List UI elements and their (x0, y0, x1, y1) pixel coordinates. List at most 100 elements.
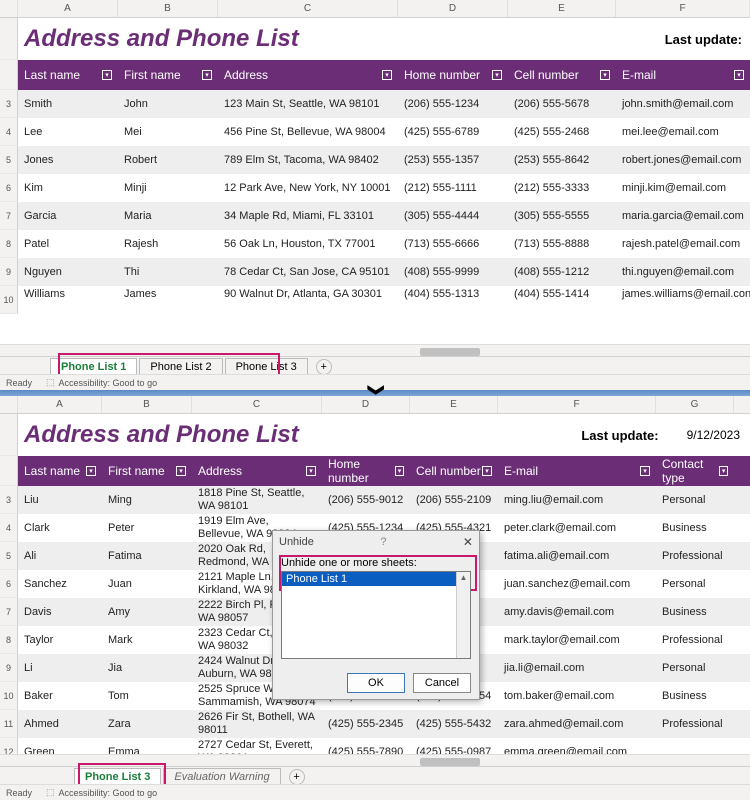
cell-ct: Professional (656, 550, 734, 563)
filter-dropdown-icon[interactable]: ▾ (202, 70, 212, 80)
row-header[interactable]: 7 (0, 598, 18, 626)
table-row[interactable]: JonesRobert789 Elm St, Tacoma, WA 98402(… (18, 146, 750, 174)
cell-ln: Garcia (18, 210, 118, 223)
filter-dropdown-icon[interactable]: ▾ (492, 70, 502, 80)
row-header[interactable]: 3 (0, 486, 18, 514)
filter-dropdown-icon[interactable]: ▾ (640, 466, 650, 476)
header-last-name[interactable]: Last name▾ (18, 456, 102, 486)
new-sheet-button[interactable]: + (316, 359, 332, 375)
unhide-list-item[interactable]: Phone List 1 (282, 572, 470, 586)
table-row[interactable]: GarciaMaria34 Maple Rd, Miami, FL 33101(… (18, 202, 750, 230)
col-D[interactable]: D (398, 0, 508, 17)
row-header[interactable]: 5 (0, 146, 18, 174)
header-home-number[interactable]: Home number▾ (322, 456, 410, 486)
filter-dropdown-icon[interactable]: ▾ (176, 466, 186, 476)
row-header[interactable]: 8 (0, 626, 18, 654)
sheet-tab-evaluation-warning[interactable]: Evaluation Warning (163, 768, 280, 786)
table-row[interactable]: PatelRajesh56 Oak Ln, Houston, TX 77001(… (18, 230, 750, 258)
sheet-tab-phone-list-1[interactable]: Phone List 1 (50, 358, 137, 376)
col-E[interactable]: E (508, 0, 616, 17)
header-address[interactable]: Address▾ (192, 456, 322, 486)
cell-em: thi.nguyen@email.com (616, 266, 750, 279)
sheet-tab-phone-list-3[interactable]: Phone List 3 (74, 768, 161, 786)
filter-dropdown-icon[interactable]: ▾ (734, 70, 744, 80)
cell-em: amy.davis@email.com (498, 606, 656, 619)
filter-dropdown-icon[interactable]: ▾ (306, 466, 316, 476)
header-cell-number[interactable]: Cell number▾ (410, 456, 498, 486)
cell-ln: Baker (18, 690, 102, 703)
row-header[interactable]: 7 (0, 202, 18, 230)
cell-home: (713) 555-6666 (398, 238, 508, 251)
cell-home: (404) 555-1313 (398, 288, 508, 301)
filter-dropdown-icon[interactable]: ▾ (482, 466, 492, 476)
cell-em: ming.liu@email.com (498, 494, 656, 507)
header-cell-number[interactable]: Cell number▾ (508, 60, 616, 90)
help-icon[interactable]: ? (380, 536, 386, 548)
last-update-value: 9/12/2023 (687, 428, 750, 442)
filter-dropdown-icon[interactable]: ▾ (600, 70, 610, 80)
sheet-tab-phone-list-3[interactable]: Phone List 3 (225, 358, 308, 376)
filter-dropdown-icon[interactable]: ▾ (382, 70, 392, 80)
header-contact-type[interactable]: Contact type▾ (656, 456, 734, 486)
unhide-list[interactable]: Phone List 1 ▲ (281, 571, 471, 659)
row-header[interactable]: 3 (0, 90, 18, 118)
filter-dropdown-icon[interactable]: ▾ (102, 70, 112, 80)
header-e-mail[interactable]: E-mail▾ (498, 456, 656, 486)
table-row[interactable]: LiuMing1818 Pine St, Seattle, WA 98101(2… (18, 486, 750, 514)
table-row[interactable]: KimMinji12 Park Ave, New York, NY 10001(… (18, 174, 750, 202)
dialog-titlebar[interactable]: Unhide ? ✕ (273, 531, 479, 553)
row-header[interactable]: 9 (0, 258, 18, 286)
cancel-button[interactable]: Cancel (413, 673, 471, 693)
list-scrollbar[interactable]: ▲ (456, 572, 470, 658)
cell-addr: 34 Maple Rd, Miami, FL 33101 (218, 208, 398, 225)
header-first-name[interactable]: First name▾ (102, 456, 192, 486)
header-address[interactable]: Address▾ (218, 60, 398, 90)
row-header[interactable]: 4 (0, 118, 18, 146)
col-C[interactable]: C (218, 0, 398, 17)
table-row[interactable]: SmithJohn123 Main St, Seattle, WA 98101(… (18, 90, 750, 118)
table-row[interactable]: NguyenThi78 Cedar Ct, San Jose, CA 95101… (18, 258, 750, 286)
row-header[interactable]: 6 (0, 174, 18, 202)
cell-em: james.williams@email.con (616, 288, 750, 301)
col-D[interactable]: D (322, 396, 410, 413)
cell-addr: 1818 Pine St, Seattle, WA 98101 (192, 485, 322, 514)
row-header[interactable]: 11 (0, 710, 18, 738)
col-G[interactable]: G (656, 396, 734, 413)
header-last-name[interactable]: Last name▾ (18, 60, 118, 90)
filter-dropdown-icon[interactable]: ▾ (719, 466, 728, 476)
col-F[interactable]: F (616, 0, 750, 17)
filter-dropdown-icon[interactable]: ▾ (395, 466, 404, 476)
close-icon[interactable]: ✕ (463, 535, 473, 549)
cell-em: fatima.ali@email.com (498, 550, 656, 563)
page-title: Address and Phone List (24, 25, 299, 53)
cell-ln: Ali (18, 550, 102, 563)
sheet-tab-phone-list-2[interactable]: Phone List 2 (139, 358, 222, 376)
col-F[interactable]: F (498, 396, 656, 413)
cell-em: john.smith@email.com (616, 98, 750, 111)
row-header[interactable]: 6 (0, 570, 18, 598)
col-C[interactable]: C (192, 396, 322, 413)
unhide-dialog: Unhide ? ✕ Unhide one or more sheets: Ph… (272, 530, 480, 700)
ok-button[interactable]: OK (347, 673, 405, 693)
header-home-number[interactable]: Home number▾ (398, 60, 508, 90)
cell-ct: Business (656, 522, 734, 535)
cell-addr: 123 Main St, Seattle, WA 98101 (218, 96, 398, 113)
col-B[interactable]: B (102, 396, 192, 413)
row-header[interactable]: 4 (0, 514, 18, 542)
filter-dropdown-icon[interactable]: ▾ (86, 466, 96, 476)
row-header[interactable]: 9 (0, 654, 18, 682)
table-row[interactable]: AhmedZara2626 Fir St, Bothell, WA 98011(… (18, 710, 750, 738)
col-E[interactable]: E (410, 396, 498, 413)
table-row[interactable]: WilliamsJames90 Walnut Dr, Atlanta, GA 3… (18, 286, 750, 302)
table-row[interactable]: LeeMei456 Pine St, Bellevue, WA 98004(42… (18, 118, 750, 146)
new-sheet-button[interactable]: + (289, 769, 305, 785)
row-header[interactable]: 8 (0, 230, 18, 258)
header-first-name[interactable]: First name▾ (118, 60, 218, 90)
row-header[interactable]: 10 (0, 682, 18, 710)
row-header[interactable]: 5 (0, 542, 18, 570)
col-A[interactable]: A (18, 0, 118, 17)
col-A[interactable]: A (18, 396, 102, 413)
header-e-mail[interactable]: E-mail▾ (616, 60, 750, 90)
col-B[interactable]: B (118, 0, 218, 17)
row-header[interactable]: 10 (0, 286, 18, 314)
